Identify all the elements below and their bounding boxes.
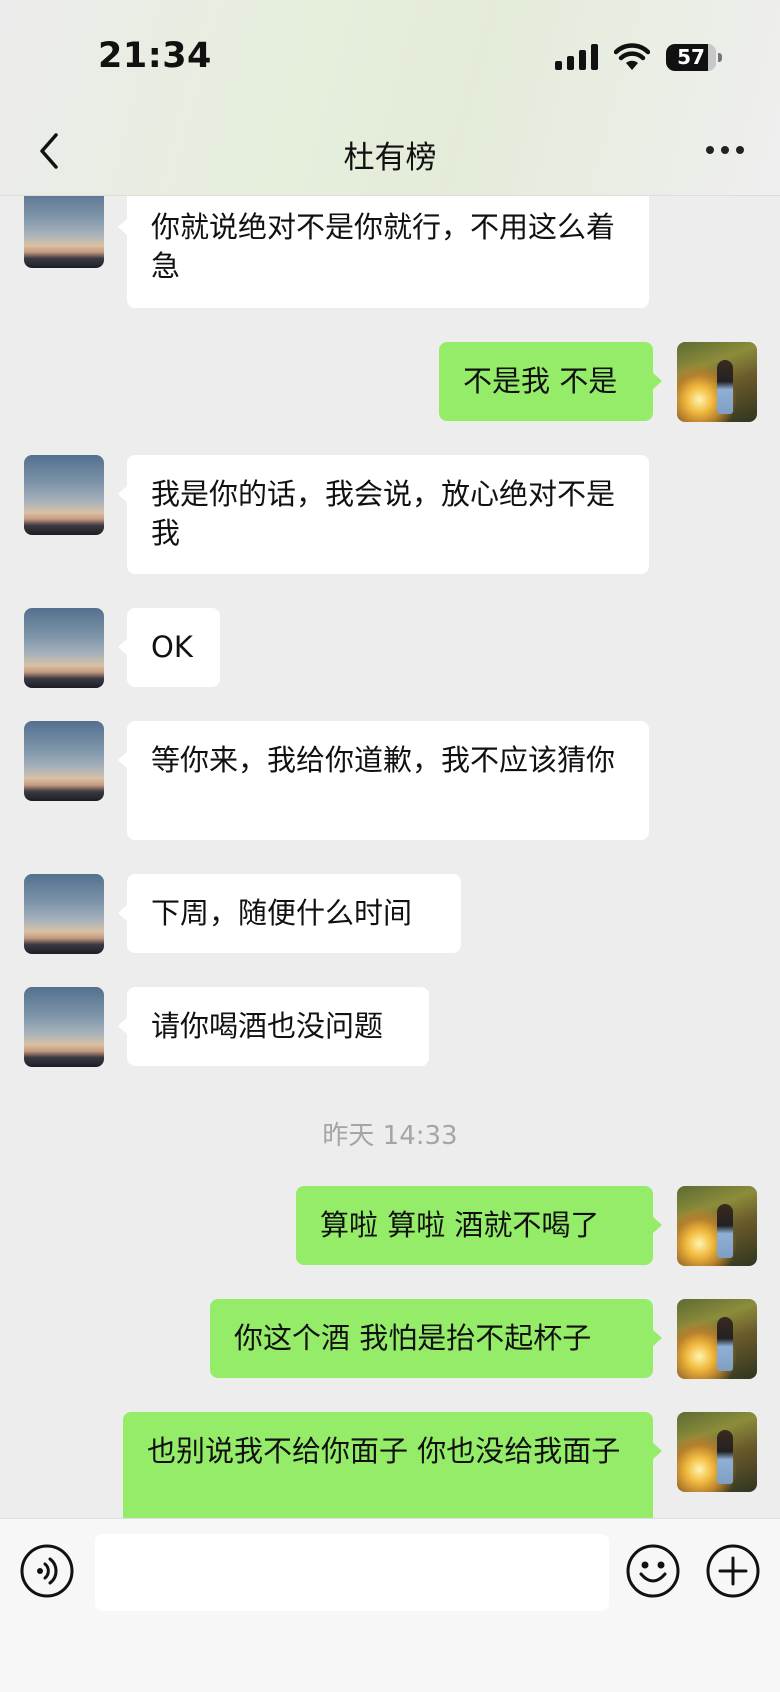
message-bubble-incoming[interactable]: 你就说绝对不是你就行，不用这么着急 (118, 188, 649, 308)
voice-icon[interactable] (20, 1544, 74, 1598)
plus-icon[interactable] (706, 1544, 760, 1598)
message-bubble-outgoing[interactable]: 不是我 不是 (439, 342, 662, 421)
message-input[interactable] (95, 1534, 609, 1611)
contact-avatar[interactable] (24, 721, 104, 801)
status-icons: 57 (555, 42, 722, 72)
message-bubble-outgoing[interactable]: 也别说我不给你面子 你也没给我面子 (123, 1412, 662, 1518)
contact-avatar[interactable] (24, 188, 104, 268)
my-avatar[interactable] (677, 342, 757, 422)
contact-avatar[interactable] (24, 987, 104, 1067)
contact-avatar[interactable] (24, 874, 104, 954)
my-avatar[interactable] (677, 1299, 757, 1379)
navigation-bar: 杜有榜 (0, 118, 780, 184)
emoji-icon[interactable] (626, 1544, 680, 1598)
contact-avatar[interactable] (24, 455, 104, 535)
input-bar (0, 1518, 780, 1692)
status-time: 21:34 (98, 36, 212, 76)
chat-area[interactable]: 你就说绝对不是你就行，不用这么着急 不是我 不是 我是你的话，我会说，放心绝对不… (0, 0, 780, 1518)
top-bar: 21:34 57 杜有榜 (0, 0, 780, 196)
message-bubble-incoming[interactable]: OK (118, 608, 220, 687)
wifi-icon (614, 43, 650, 70)
message-bubble-incoming[interactable]: 请你喝酒也没问题 (118, 987, 429, 1066)
message-bubble-incoming[interactable]: 我是你的话，我会说，放心绝对不是我 (118, 455, 649, 574)
my-avatar[interactable] (677, 1412, 757, 1492)
contact-avatar[interactable] (24, 608, 104, 688)
message-bubble-outgoing[interactable]: 算啦 算啦 酒就不喝了 (296, 1186, 662, 1265)
more-icon[interactable] (706, 138, 750, 162)
battery-level: 57 (677, 45, 705, 69)
battery-icon: 57 (666, 43, 722, 71)
chat-title: 杜有榜 (343, 140, 437, 176)
message-bubble-outgoing[interactable]: 你这个酒 我怕是抬不起杯子 (210, 1299, 662, 1378)
cellular-signal-icon (555, 44, 598, 70)
message-timestamp: 昨天 14:33 (322, 1121, 458, 1151)
my-avatar[interactable] (677, 1186, 757, 1266)
message-bubble-incoming[interactable]: 等你来，我给你道歉，我不应该猜你 (118, 721, 649, 840)
message-bubble-incoming[interactable]: 下周，随便什么时间 (118, 874, 461, 953)
